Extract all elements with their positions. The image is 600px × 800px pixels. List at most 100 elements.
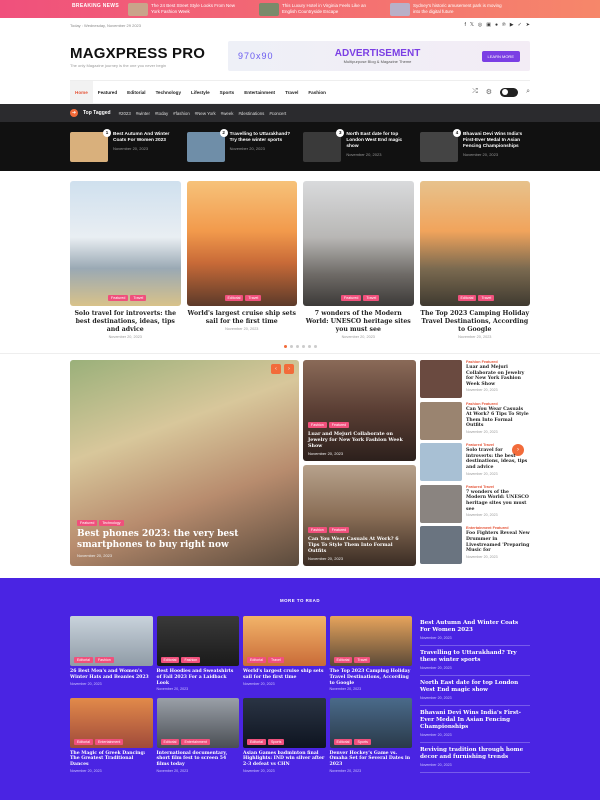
side-list-item[interactable]: Entertainment Featured Foo Fighters Revea…: [420, 526, 530, 565]
more-list-item[interactable]: Best Autumn And Winter Coats For Women 2…: [420, 616, 530, 646]
side-list-item[interactable]: Fashion Featured Can You Wear Casuals At …: [420, 401, 530, 441]
nav-item-lifestyle[interactable]: Lifestyle: [186, 81, 215, 103]
breaking-item[interactable]: Sydney's historic amusement park is movi…: [390, 2, 505, 16]
category-badge[interactable]: Entertainment: [181, 738, 210, 745]
side-category[interactable]: Entertainment Featured: [466, 526, 530, 530]
nav-item-home[interactable]: Home: [70, 81, 93, 103]
side-category[interactable]: Featured Travel: [466, 485, 530, 489]
more-card-image[interactable]: Editorial Travel: [329, 616, 412, 666]
nav-item-travel[interactable]: Travel: [280, 81, 303, 103]
more-card-image[interactable]: Editorial Sports: [243, 697, 326, 748]
category-badge[interactable]: Editorial: [74, 657, 93, 663]
category-badge[interactable]: Travel: [478, 295, 495, 301]
category-badge[interactable]: Fashion: [308, 527, 327, 533]
category-badge[interactable]: Sports: [354, 738, 371, 745]
more-card-title[interactable]: Denver Hockey's Game vs. Omaha Set for S…: [330, 751, 413, 768]
slider-dot[interactable]: [289, 345, 293, 348]
more-card-image[interactable]: Editorial Entertainment: [156, 697, 239, 748]
category-badge[interactable]: Travel: [363, 295, 380, 301]
nav-item-technology[interactable]: Technology: [151, 81, 186, 103]
category-badge[interactable]: Editorial: [247, 657, 266, 663]
category-badge[interactable]: Travel: [354, 657, 371, 663]
category-badge[interactable]: Featured: [108, 295, 129, 301]
trending-item[interactable]: 1 Best Autumn And Winter Coats For Women …: [70, 128, 180, 162]
instagram-icon[interactable]: ◎: [478, 22, 482, 28]
slide-title[interactable]: The Top 2023 Camping Holiday Travel Dest…: [420, 310, 531, 334]
more-card[interactable]: Editorial Sports Asian Games badminton fin…: [243, 697, 326, 774]
more-card[interactable]: Editorial Sports Denver Hockey's Game vs. …: [329, 697, 413, 774]
side-category[interactable]: Fashion Featured: [466, 360, 530, 364]
more-list-title[interactable]: Reviving tradition through home decor an…: [420, 747, 530, 761]
side-thumb[interactable]: [420, 401, 462, 440]
telegram-icon[interactable]: ➤: [526, 22, 530, 28]
side-title[interactable]: Solo travel for introverts: the best des…: [466, 448, 530, 470]
category-badge[interactable]: Travel: [267, 657, 284, 663]
more-list-item[interactable]: North East date for top London West End …: [420, 676, 530, 706]
more-card-title[interactable]: International documentary, short film fe…: [157, 751, 240, 768]
more-card-title[interactable]: Best Hoodies and Sweatshirts of Fall 202…: [157, 669, 240, 686]
category-badge[interactable]: Editorial: [160, 657, 180, 663]
slide-card[interactable]: Featured Travel 7 wonders of the Modern Wo…: [303, 181, 414, 339]
slide-title[interactable]: 7 wonders of the Modern World: UNESCO he…: [303, 310, 414, 334]
vk-icon[interactable]: ✓: [518, 22, 522, 28]
side-thumb[interactable]: [420, 443, 462, 482]
category-badge[interactable]: Featured: [328, 527, 350, 533]
more-card[interactable]: Editorial Entertainment International docu…: [156, 697, 240, 774]
tag-link[interactable]: #2023: [119, 111, 131, 116]
more-card-title[interactable]: Asian Games badminton final Highlights: …: [243, 751, 326, 768]
category-badge[interactable]: Sports: [267, 738, 285, 745]
featured-card-title[interactable]: Can You Wear Casuals At Work? 6 Tips To …: [308, 536, 411, 554]
more-list-title[interactable]: Best Autumn And Winter Coats For Women 2…: [420, 620, 530, 634]
more-card-title[interactable]: The Magic of Greek Dancing: The Greatest…: [70, 751, 153, 768]
category-badge[interactable]: Featured: [77, 520, 98, 526]
slide-card[interactable]: Featured Travel Solo travel for introverts…: [70, 181, 181, 339]
more-card[interactable]: Editorial Fashion 26 Best Men's and Women'…: [70, 616, 153, 692]
slide-image[interactable]: Featured Travel: [303, 181, 414, 306]
breaking-title[interactable]: Sydney's historic amusement park is movi…: [413, 3, 505, 15]
more-card[interactable]: Editorial Entertainment The Magic of Greek…: [70, 697, 153, 774]
trending-title[interactable]: Best Autumn And Winter Coats For Women 2…: [113, 132, 180, 144]
trending-item[interactable]: 4 Bhavani Devi Wins India's First-Ever Me…: [419, 128, 530, 162]
slide-title[interactable]: World's largest cruise ship sets sail fo…: [187, 310, 298, 326]
trending-title[interactable]: North East date for top London West End …: [346, 132, 413, 150]
more-card[interactable]: Editorial Fashion Best Hoodies and Sweatsh…: [156, 616, 240, 692]
slide-card[interactable]: Editorial Travel World's largest cruise sh…: [186, 181, 298, 339]
more-list-item[interactable]: Reviving tradition through home decor an…: [420, 743, 530, 773]
facebook-icon[interactable]: f: [464, 22, 465, 28]
more-card-image[interactable]: Editorial Entertainment: [70, 697, 153, 748]
side-title[interactable]: Foo Fighters Reveal New Drummer in Lives…: [466, 531, 530, 553]
category-badge[interactable]: Travel: [245, 295, 262, 301]
advertisement-banner[interactable]: 970x90 ADVERTISEMENT Multipurpose Blog &…: [228, 41, 530, 71]
side-thumb[interactable]: [420, 360, 462, 398]
slide-image[interactable]: Editorial Travel: [186, 181, 297, 306]
side-thumb[interactable]: [420, 526, 462, 565]
featured-prev-button[interactable]: ‹: [271, 364, 281, 374]
category-badge[interactable]: Editorial: [224, 295, 244, 301]
tag-link[interactable]: #New York: [195, 111, 216, 116]
side-title[interactable]: Luar and Mejuri Collaborate on Jewelry f…: [466, 365, 530, 387]
category-badge[interactable]: Editorial: [247, 738, 266, 745]
tag-link[interactable]: #concert: [269, 111, 286, 116]
more-card[interactable]: Editorial Travel World's largest cruise sh…: [243, 616, 326, 692]
slider-dot[interactable]: [307, 345, 311, 348]
category-badge[interactable]: Fashion: [308, 422, 327, 428]
more-card-image[interactable]: Editorial Fashion: [70, 616, 153, 666]
side-category[interactable]: Featured Travel: [466, 443, 530, 447]
more-card-title[interactable]: World's largest cruise ship sets sail fo…: [243, 669, 326, 681]
side-list-item[interactable]: Featured Travel Solo travel for introvert…: [420, 443, 530, 482]
breaking-item[interactable]: This Luxury Hotel in Virginia Feels Like…: [259, 2, 374, 16]
shuffle-icon[interactable]: ⤮: [472, 88, 478, 96]
more-card-image[interactable]: Editorial Fashion: [156, 616, 239, 666]
more-list-title[interactable]: Travelling to Uttarakhand? Try these win…: [420, 650, 530, 664]
brand[interactable]: MAGXPRESS PRO The only Magazine journey …: [70, 45, 205, 68]
slide-image[interactable]: Featured Travel: [70, 181, 181, 306]
tag-link[interactable]: #fashion: [173, 111, 190, 116]
more-card-title[interactable]: 26 Best Men's and Women's Winter Hats an…: [70, 669, 153, 681]
featured-main-title[interactable]: Best phones 2023: the very best smartpho…: [77, 529, 292, 551]
dark-mode-toggle[interactable]: [500, 87, 519, 97]
nav-item-sports[interactable]: Sports: [215, 81, 240, 103]
more-list-item[interactable]: Bhavani Devi Wins India's First-Ever Med…: [420, 706, 530, 743]
side-title[interactable]: Can You Wear Casuals At Work? 6 Tips To …: [466, 407, 530, 429]
featured-main-card[interactable]: ‹ › Featured Technology Best phones 2023:…: [70, 360, 299, 566]
category-badge[interactable]: Editorial: [160, 738, 180, 745]
